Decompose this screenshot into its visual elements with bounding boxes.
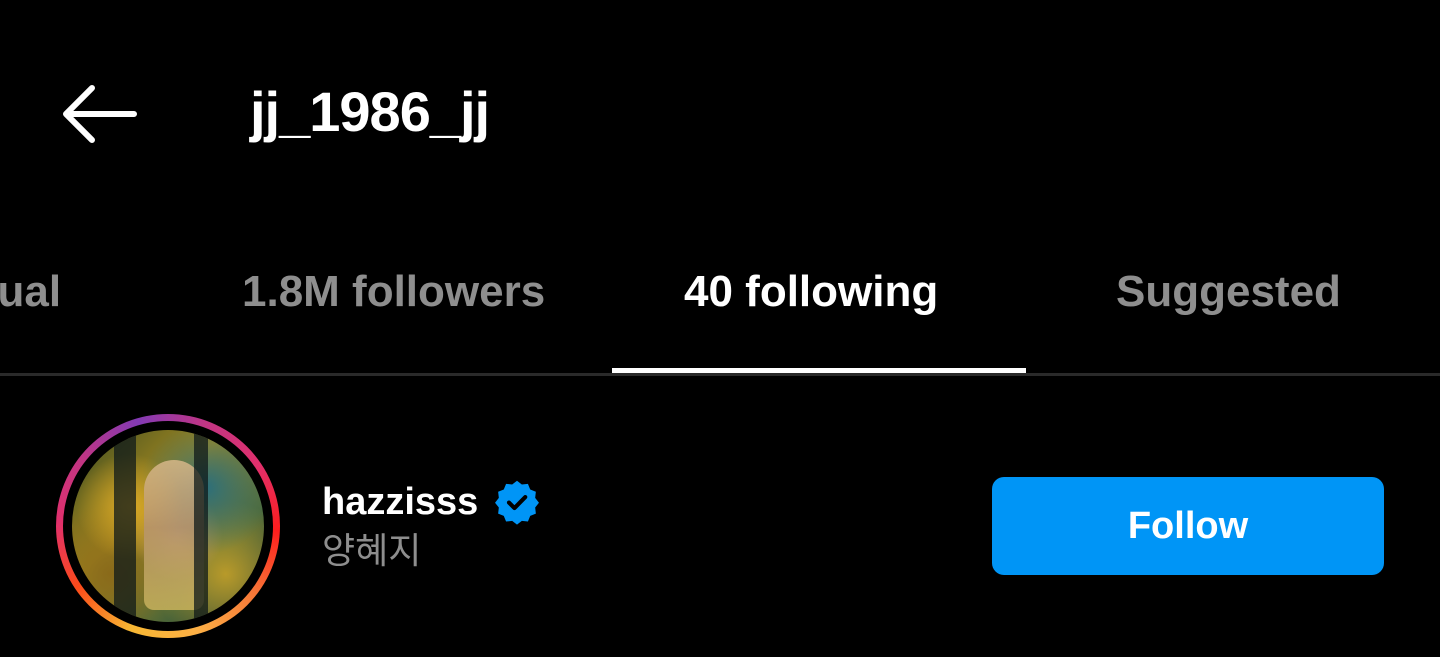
tab-bar: utual 1.8M followers 40 following Sugges… (0, 240, 1440, 376)
active-tab-indicator (612, 368, 1026, 373)
tab-following[interactable]: 40 following (684, 266, 938, 318)
page-title: jj_1986_jj (250, 80, 490, 143)
tab-mutual[interactable]: utual (0, 266, 61, 318)
avatar[interactable] (56, 414, 280, 638)
list-item: hazzisss 양혜지 Follow (0, 410, 1440, 640)
avatar-image (72, 430, 264, 622)
top-bar: jj_1986_jj (0, 0, 1440, 230)
username-line: hazzisss (322, 479, 540, 525)
avatar-ring-gap (63, 421, 273, 631)
tab-suggested[interactable]: Suggested (1116, 266, 1341, 318)
avatar-detail (194, 430, 208, 622)
avatar-detail (114, 430, 136, 622)
arrow-left-icon (63, 85, 137, 143)
username[interactable]: hazzisss (322, 480, 478, 524)
verified-badge-icon (494, 479, 540, 525)
tab-followers[interactable]: 1.8M followers (242, 266, 545, 318)
back-button[interactable] (48, 74, 148, 154)
user-info: hazzisss 양혜지 (322, 480, 540, 574)
full-name: 양혜지 (322, 531, 422, 572)
follow-button[interactable]: Follow (992, 477, 1384, 575)
